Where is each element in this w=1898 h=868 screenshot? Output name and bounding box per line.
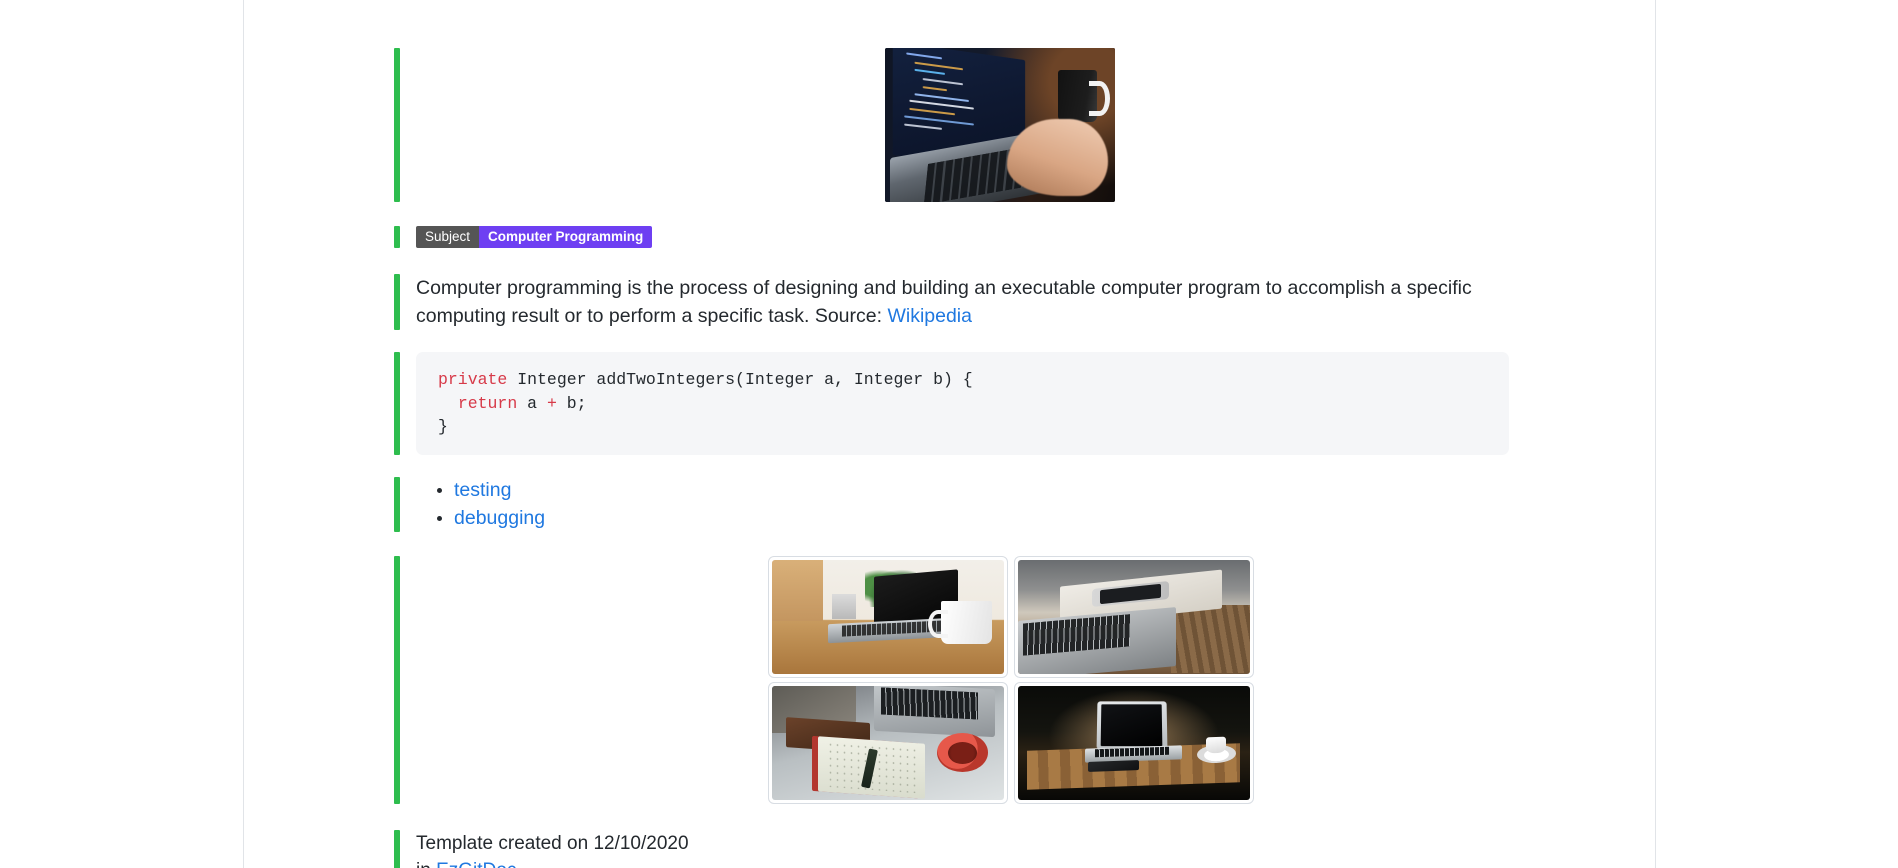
footer-block: Template created on 12/10/2020 in EzGitD… — [394, 829, 1584, 868]
document-content: Subject Computer Programming Computer pr… — [394, 0, 1584, 868]
code-content: private Integer addTwoIntegers(Integer a… — [438, 370, 973, 436]
gallery-thumbnail-3[interactable] — [768, 681, 1008, 804]
thumb1-mug — [928, 600, 993, 644]
subject-badge-block: Subject Computer Programming — [394, 226, 1584, 248]
code-keyword-return: return — [457, 393, 518, 413]
gallery-image-desk-plant-mug — [772, 559, 1004, 674]
ezgitdoc-link[interactable]: EzGitDoc — [436, 860, 516, 868]
thumb1-pot — [832, 593, 856, 619]
gallery-image-phone-notebook-laptop — [1018, 559, 1250, 674]
code-operator-plus: + — [546, 393, 557, 413]
thumb3-keyboard — [881, 687, 979, 720]
hero-coding-image — [885, 48, 1115, 202]
document-page: Subject Computer Programming Computer pr… — [0, 0, 1898, 868]
thumb3-red-cup — [936, 733, 988, 773]
thumb1-wall — [772, 559, 824, 622]
list-item-link-debugging[interactable]: debugging — [454, 507, 545, 529]
image-gallery — [416, 555, 1606, 804]
thumb4-screen — [1096, 701, 1167, 750]
list-item-link-testing[interactable]: testing — [454, 479, 511, 501]
hero-image-wrapper — [416, 48, 1584, 202]
subject-badge: Subject Computer Programming — [416, 226, 653, 248]
code-operand-b: b; — [556, 393, 587, 413]
footer-line-source: in EzGitDoc — [416, 857, 1584, 868]
footer-line-created: Template created on 12/10/2020 — [416, 832, 689, 854]
gallery-thumbnail-4[interactable] — [1014, 681, 1254, 804]
subject-badge-key: Subject — [416, 226, 480, 248]
gallery-image-dark-laptop-table — [1018, 685, 1250, 800]
footer-in-label: in — [416, 860, 436, 868]
code-closing-brace: } — [438, 417, 448, 436]
thumb4-phone — [1087, 759, 1139, 772]
code-sample-block: private Integer addTwoIntegers(Integer a… — [394, 352, 1584, 455]
description-block: Computer programming is the process of d… — [394, 274, 1584, 330]
wikipedia-link[interactable]: Wikipedia — [887, 305, 972, 327]
footer-text: Template created on 12/10/2020 in EzGitD… — [416, 830, 1584, 868]
code-keyword-private: private — [438, 370, 508, 389]
gallery-image-notebook-pen-redcup — [772, 685, 1004, 800]
code-operand-a: a — [517, 393, 547, 413]
code-signature: Integer addTwoIntegers(Integer a, Intege… — [507, 370, 973, 389]
list-item: testing — [454, 477, 1584, 504]
gallery-thumbnail-1[interactable] — [768, 555, 1008, 678]
page-right-border — [1655, 0, 1656, 868]
image-gallery-block — [394, 555, 1584, 804]
related-topics-list: testing debugging — [416, 477, 1584, 532]
list-item: debugging — [454, 505, 1584, 532]
code-sample[interactable]: private Integer addTwoIntegers(Integer a… — [416, 352, 1509, 455]
hero-hands — [1006, 118, 1109, 196]
hero-mug — [1057, 69, 1111, 122]
description-paragraph: Computer programming is the process of d… — [416, 274, 1511, 330]
hero-image-block — [394, 48, 1584, 202]
page-left-border — [243, 0, 244, 868]
subject-badge-value: Computer Programming — [479, 226, 653, 248]
gallery-thumbnail-2[interactable] — [1014, 555, 1254, 678]
thumb2-wood — [1171, 605, 1250, 674]
related-topics-block: testing debugging — [394, 476, 1584, 532]
